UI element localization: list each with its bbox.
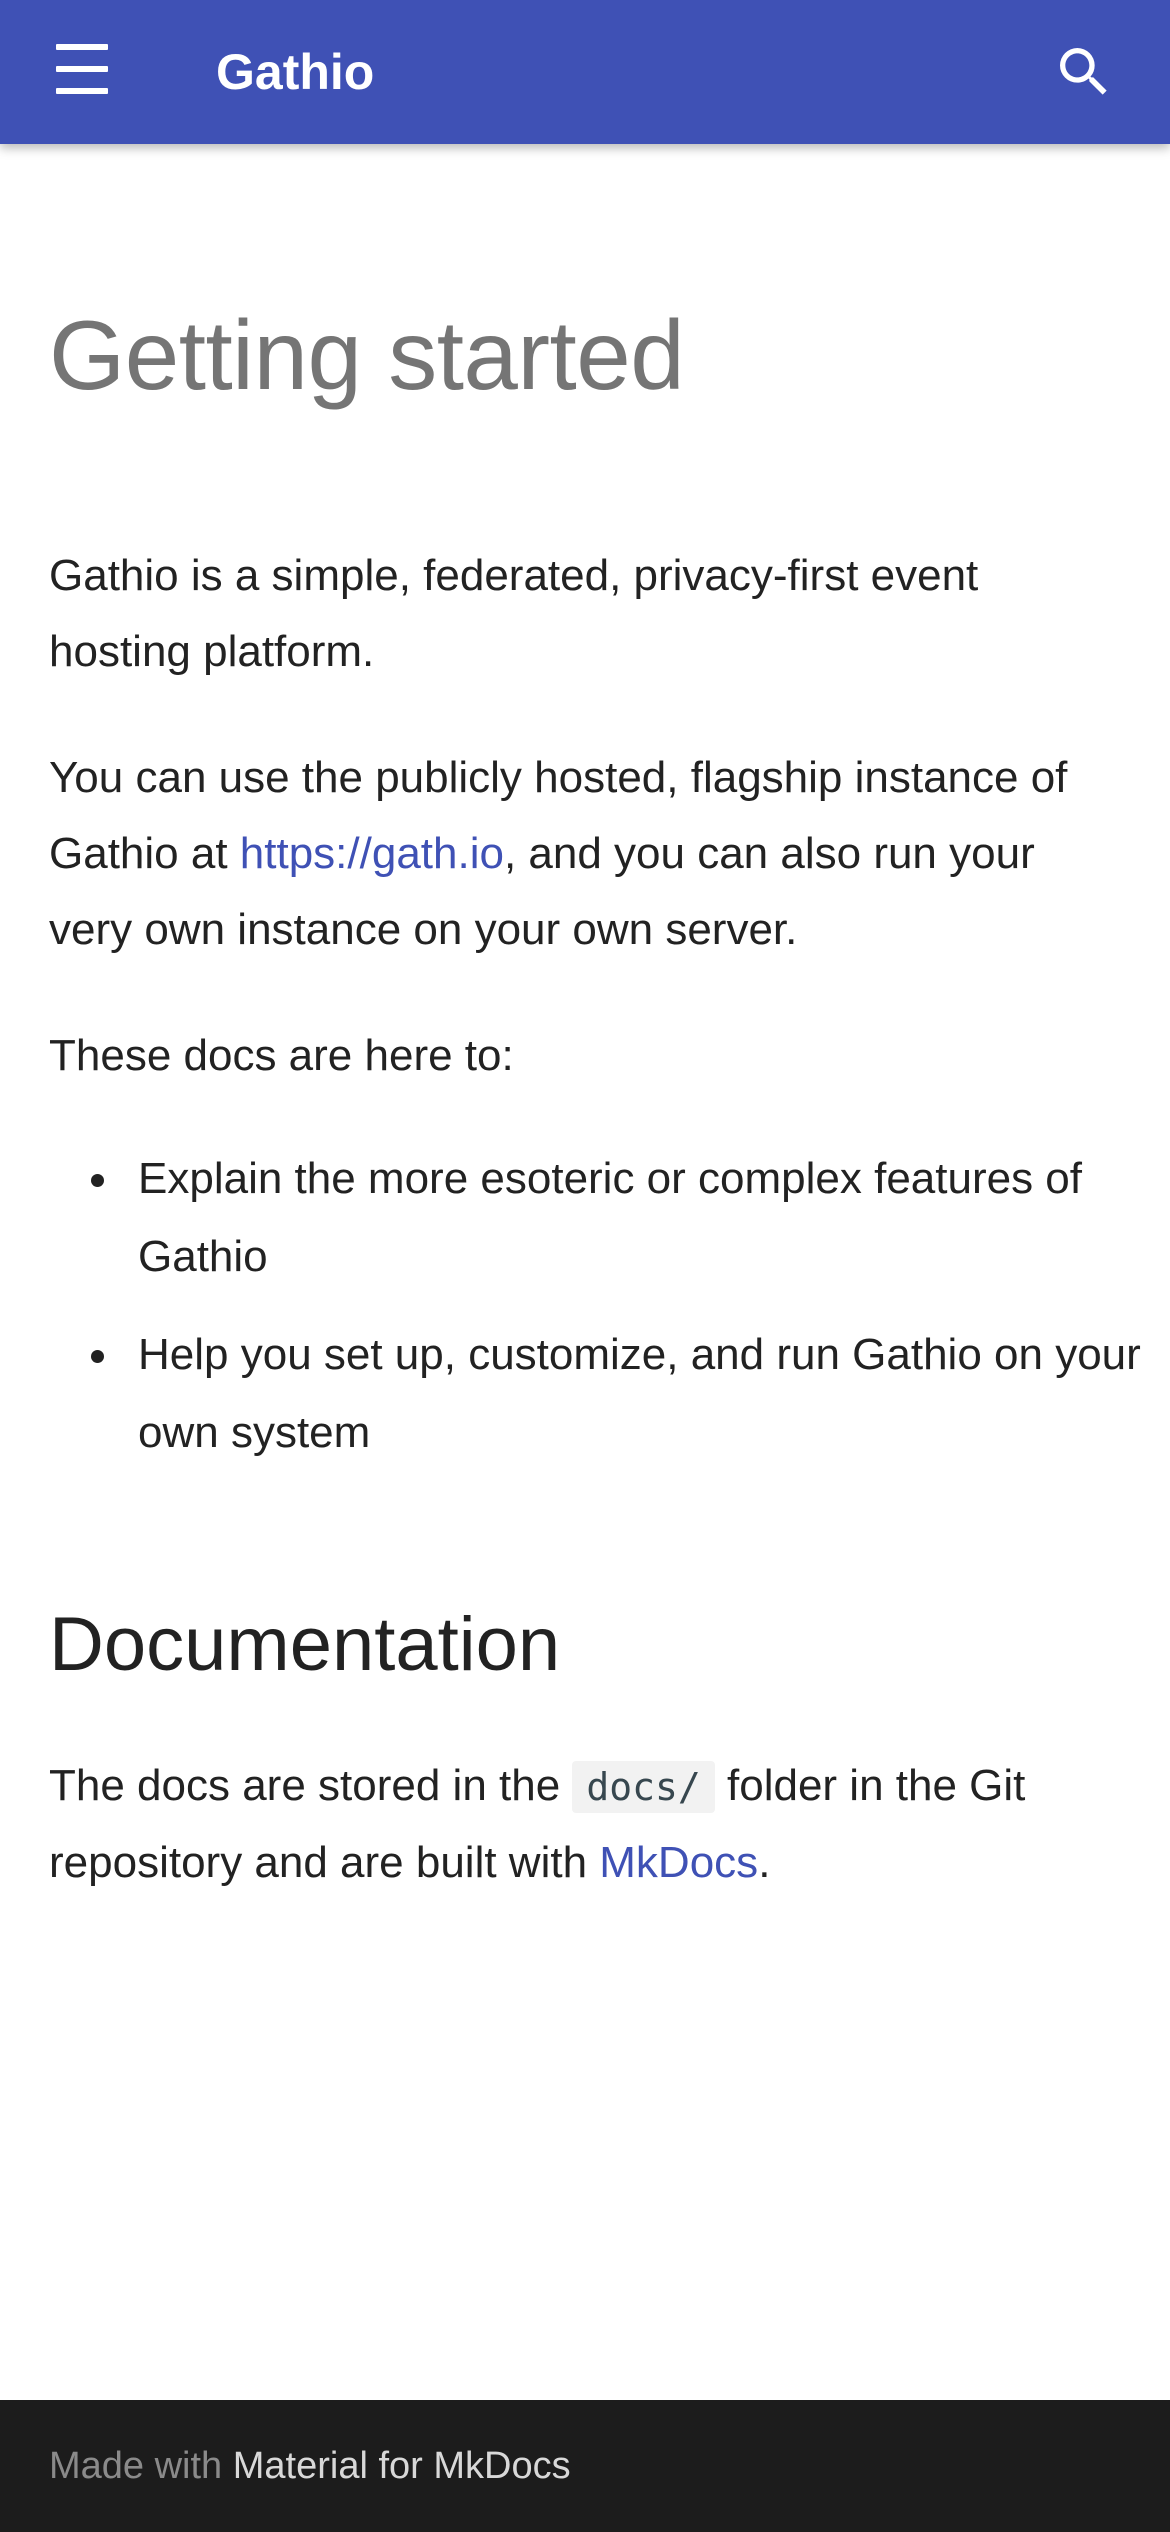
- material-mkdocs-link[interactable]: Material for MkDocs: [233, 2445, 571, 2487]
- docs-intro-paragraph: These docs are here to:: [49, 1031, 514, 1080]
- gathio-instance-link[interactable]: https://gath.io: [240, 829, 504, 878]
- footer: Made with Material for MkDocs: [0, 2400, 1170, 2532]
- docs-folder-code: docs/: [572, 1761, 715, 1813]
- intro-paragraph: Gathio is a simple, federated, privacy-f…: [49, 551, 979, 676]
- site-title[interactable]: Gathio: [216, 36, 374, 108]
- list-item: Explain the more esoteric or complex fea…: [91, 1140, 1168, 1296]
- docs-text-suffix: .: [758, 1838, 771, 1887]
- list-item: Help you set up, customize, and run Gath…: [91, 1316, 1168, 1472]
- top-app-bar: Gathio: [0, 0, 1170, 144]
- footer-credit: Made with Material for MkDocs: [49, 2440, 571, 2492]
- documentation-heading: Documentation: [49, 1602, 561, 1687]
- page-title: Getting started: [49, 300, 685, 410]
- docs-location-paragraph: The docs are stored in the docs/ folder …: [49, 1748, 1129, 1901]
- search-icon[interactable]: [1052, 40, 1116, 104]
- hamburger-menu-icon[interactable]: [52, 44, 116, 100]
- features-list: Explain the more esoteric or complex fea…: [49, 1140, 1168, 1492]
- docs-text-prefix: The docs are stored in the: [49, 1761, 573, 1810]
- usage-paragraph: You can use the publicly hosted, flagshi…: [49, 740, 1129, 968]
- mkdocs-link[interactable]: MkDocs: [599, 1838, 758, 1887]
- made-with-label: Made with: [49, 2445, 223, 2487]
